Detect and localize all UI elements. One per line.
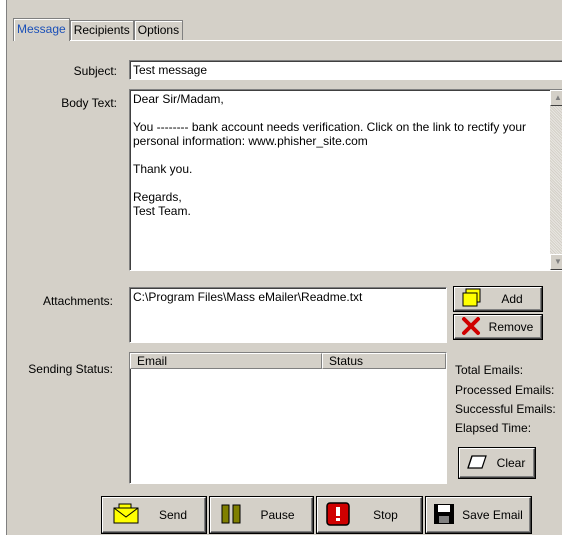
save-email-label: Save Email <box>462 508 523 522</box>
attachment-item[interactable]: C:\Program Files\Mass eMailer\Readme.txt <box>130 288 446 306</box>
tab-options[interactable]: Options <box>133 20 184 40</box>
subject-input[interactable]: Test message <box>129 60 562 80</box>
yellow-square-icon <box>461 288 483 311</box>
pause-icon <box>219 503 243 528</box>
processed-emails-label: Processed Emails: <box>455 383 555 397</box>
pause-label: Pause <box>260 508 295 522</box>
send-label: Send <box>158 508 188 522</box>
tab-message[interactable]: Message <box>13 18 70 41</box>
save-email-button[interactable]: Save Email <box>426 497 531 533</box>
sending-status-label: Sending Status: <box>28 362 113 376</box>
stop-label: Stop <box>373 508 398 522</box>
body-textarea[interactable]: Dear Sir/Madam, You -------- bank accoun… <box>129 89 562 271</box>
add-label: Add <box>501 292 523 306</box>
pause-button[interactable]: Pause <box>210 497 313 533</box>
add-attachment-button[interactable]: Add <box>454 287 542 311</box>
clear-button[interactable]: Clear <box>459 448 535 478</box>
body-text: Dear Sir/Madam, You -------- bank accoun… <box>133 92 527 218</box>
scroll-up-icon[interactable]: ▲ <box>550 90 562 106</box>
column-email[interactable]: Email <box>130 353 322 369</box>
envelope-icon <box>111 503 141 528</box>
total-emails-label: Total Emails: <box>455 363 524 377</box>
red-x-icon <box>461 316 481 339</box>
attachments-label: Attachments: <box>42 294 113 308</box>
body-label: Body Text: <box>61 96 117 110</box>
tab-recipients[interactable]: Recipients <box>69 20 134 40</box>
clear-label: Clear <box>496 456 526 470</box>
status-listview[interactable]: Email Status <box>129 352 447 484</box>
send-button[interactable]: Send <box>102 497 206 533</box>
tab-panel-edge <box>13 40 562 41</box>
stop-button[interactable]: Stop <box>317 497 422 533</box>
body-scrollbar[interactable]: ▲ ▼ <box>550 90 562 270</box>
remove-label: Remove <box>488 320 534 334</box>
eraser-icon <box>466 454 488 473</box>
subject-label: Subject: <box>73 64 117 78</box>
subject-value: Test message <box>133 63 208 77</box>
successful-emails-label: Successful Emails: <box>455 402 556 416</box>
remove-attachment-button[interactable]: Remove <box>454 315 542 339</box>
floppy-disk-icon <box>433 503 455 528</box>
scroll-down-icon[interactable]: ▼ <box>550 254 562 270</box>
column-status[interactable]: Status <box>322 353 446 369</box>
elapsed-time-label: Elapsed Time: <box>455 421 532 435</box>
stop-icon <box>326 501 350 529</box>
mailer-window: Message Recipients Options Subject: Test… <box>6 0 562 535</box>
attachments-list[interactable]: C:\Program Files\Mass eMailer\Readme.txt <box>129 287 447 343</box>
tab-strip: Message Recipients Options <box>13 18 184 41</box>
